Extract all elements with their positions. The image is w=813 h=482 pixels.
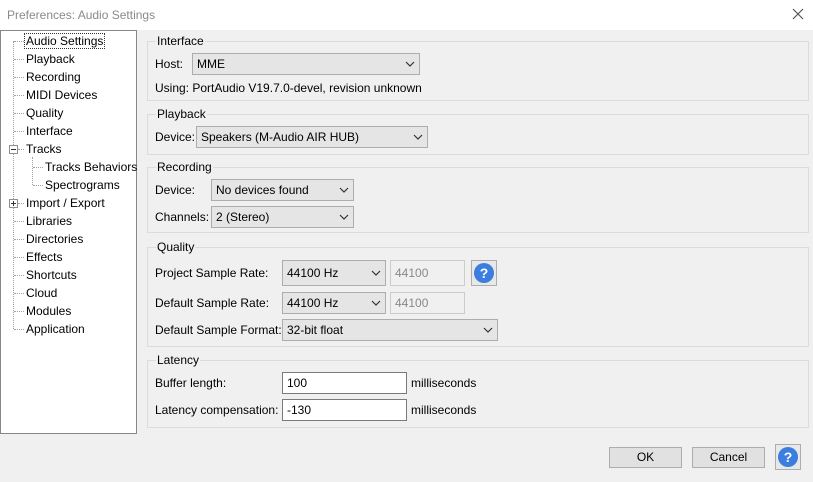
recording-header: Recording	[156, 160, 213, 174]
channels-value: 2 (Stereo)	[216, 210, 270, 224]
sidebar-item-libraries[interactable]: Libraries	[25, 213, 73, 229]
tree-connector	[14, 221, 24, 222]
quality-help-button[interactable]: ?	[471, 260, 497, 286]
default-rate-input	[390, 292, 465, 314]
help-icon: ?	[474, 263, 494, 283]
default-rate-select[interactable]: 44100 Hz	[282, 292, 386, 314]
latency-compensation-input[interactable]	[282, 399, 407, 421]
chevron-down-icon	[483, 327, 493, 333]
sidebar-item-import-export[interactable]: Import / Export	[25, 195, 106, 211]
playback-device-select[interactable]: Speakers (M-Audio AIR HUB)	[196, 126, 428, 148]
latency-header: Latency	[156, 353, 201, 367]
preferences-tree[interactable]: Audio Settings Playback Recording MIDI D…	[0, 30, 137, 434]
host-value: MME	[197, 57, 225, 71]
sidebar-item-tracks[interactable]: Tracks	[25, 141, 63, 157]
sidebar-item-interface[interactable]: Interface	[25, 123, 74, 139]
tree-connector	[14, 41, 24, 42]
tree-connector	[14, 131, 24, 132]
close-icon	[792, 8, 804, 20]
tree-connector	[14, 77, 24, 78]
recording-device-label: Device:	[155, 183, 196, 197]
playback-device-value: Speakers (M-Audio AIR HUB)	[201, 130, 360, 144]
default-format-value: 32-bit float	[287, 323, 344, 337]
playback-header: Playback	[156, 107, 207, 121]
host-label: Host:	[155, 57, 184, 71]
project-rate-label: Project Sample Rate:	[155, 266, 269, 280]
tree-connector	[13, 41, 14, 329]
chevron-down-icon	[413, 134, 423, 140]
sidebar-item-shortcuts[interactable]: Shortcuts	[25, 267, 78, 283]
sidebar-item-audio-settings[interactable]: Audio Settings	[24, 33, 106, 49]
chevron-down-icon	[371, 270, 381, 276]
tree-connector	[14, 275, 24, 276]
latency-compensation-field[interactable]	[287, 403, 402, 417]
close-button[interactable]	[788, 6, 808, 24]
tree-connector	[14, 95, 24, 96]
tree-connector	[14, 113, 24, 114]
project-rate-value: 44100 Hz	[287, 266, 339, 280]
host-select[interactable]: MME	[192, 53, 420, 75]
tree-connector	[14, 59, 24, 60]
sidebar-item-spectrograms[interactable]: Spectrograms	[44, 177, 121, 193]
recording-device-select[interactable]: No devices found	[211, 179, 354, 201]
tree-connector	[33, 167, 43, 168]
dialog-help-button[interactable]: ?	[775, 444, 801, 470]
interface-header: Interface	[156, 34, 205, 48]
playback-device-label: Device:	[155, 130, 196, 144]
chevron-down-icon	[405, 61, 415, 67]
latency-compensation-unit: milliseconds	[411, 403, 477, 417]
sidebar-item-playback[interactable]: Playback	[25, 51, 76, 67]
buffer-length-input[interactable]	[282, 372, 407, 394]
tree-connector	[14, 239, 24, 240]
latency-group	[147, 360, 809, 428]
sidebar-item-effects[interactable]: Effects	[25, 249, 63, 265]
chevron-down-icon	[339, 214, 349, 220]
channels-select[interactable]: 2 (Stereo)	[211, 206, 354, 228]
default-rate-label: Default Sample Rate:	[155, 296, 270, 310]
buffer-length-field[interactable]	[287, 376, 402, 390]
default-rate-text	[395, 296, 460, 310]
chevron-down-icon	[339, 187, 349, 193]
tree-connector	[14, 311, 24, 312]
channels-label: Channels:	[155, 210, 210, 224]
sidebar-item-directories[interactable]: Directories	[25, 231, 84, 247]
title-bar: Preferences: Audio Settings	[0, 0, 813, 30]
project-rate-text	[395, 266, 460, 280]
recording-device-value: No devices found	[216, 183, 309, 197]
tree-connector	[14, 257, 24, 258]
import-export-expand-icon[interactable]	[9, 199, 18, 208]
default-format-label: Default Sample Format:	[155, 323, 282, 337]
tree-connector	[32, 157, 33, 185]
tree-connector	[18, 149, 24, 150]
sidebar-item-midi-devices[interactable]: MIDI Devices	[25, 87, 98, 103]
sidebar-item-tracks-behaviors[interactable]: Tracks Behaviors	[44, 159, 138, 175]
buffer-length-unit: milliseconds	[411, 376, 477, 390]
window-title: Preferences: Audio Settings	[7, 8, 156, 22]
buffer-length-label: Buffer length:	[155, 376, 227, 390]
tree-connector	[33, 185, 43, 186]
sidebar-item-quality[interactable]: Quality	[25, 105, 64, 121]
ok-button[interactable]: OK	[609, 447, 682, 468]
tree-connector	[14, 329, 24, 330]
latency-compensation-label: Latency compensation:	[155, 403, 279, 417]
tracks-collapse-icon[interactable]	[9, 145, 18, 154]
default-format-select[interactable]: 32-bit float	[282, 319, 498, 341]
sidebar-item-application[interactable]: Application	[25, 321, 86, 337]
quality-header: Quality	[156, 240, 196, 254]
sidebar-item-recording[interactable]: Recording	[25, 69, 82, 85]
sidebar-item-cloud[interactable]: Cloud	[25, 285, 58, 301]
project-rate-input	[390, 260, 465, 286]
portaudio-info: Using: PortAudio V19.7.0-devel, revision…	[155, 81, 422, 95]
tree-connector	[14, 293, 24, 294]
tree-connector	[18, 203, 24, 204]
help-icon: ?	[778, 447, 798, 467]
cancel-button[interactable]: Cancel	[692, 447, 765, 468]
default-rate-value: 44100 Hz	[287, 296, 339, 310]
project-rate-select[interactable]: 44100 Hz	[282, 260, 386, 286]
sidebar-item-modules[interactable]: Modules	[25, 303, 72, 319]
chevron-down-icon	[371, 300, 381, 306]
